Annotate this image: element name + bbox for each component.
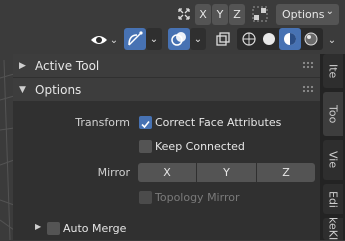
mirror-x-toggle[interactable]: X — [138, 163, 196, 182]
correct-face-attributes-label: Correct Face Attributes — [155, 116, 282, 129]
overlay-icon — [171, 32, 186, 46]
overlay-dropdown[interactable]: ⌄ — [190, 28, 206, 50]
shading-rendered-icon[interactable] — [301, 29, 321, 49]
tab-edit[interactable]: Edi — [323, 184, 343, 214]
drag-grip-icon[interactable] — [302, 61, 314, 69]
topology-mirror-checkbox[interactable] — [139, 191, 152, 204]
auto-merge-checkbox[interactable] — [47, 222, 60, 235]
chevron-right-icon: ▶ — [19, 60, 26, 71]
tab-edit-label: Edi — [326, 190, 340, 208]
mirror-label: Mirror — [97, 166, 130, 179]
tab-kekit[interactable]: keKI — [323, 217, 343, 241]
active-tool-header[interactable]: ▶ Active Tool — [13, 54, 320, 77]
chevron-right-icon[interactable]: ▶ — [35, 222, 41, 231]
chevron-down-icon[interactable]: ⌄ — [108, 32, 120, 48]
chevron-down-icon: ▼ — [19, 84, 26, 95]
correct-face-attributes-checkbox[interactable] — [139, 116, 152, 129]
auto-merge-label: Auto Merge — [63, 222, 127, 235]
options-dropdown[interactable]: Options ⌄ — [276, 4, 339, 25]
axis-x-toggle[interactable]: X — [195, 4, 211, 25]
axis-y-toggle[interactable]: Y — [212, 4, 228, 25]
mirror-z-toggle[interactable]: Z — [257, 163, 315, 182]
chevron-down-icon[interactable]: ⌄ — [325, 32, 339, 48]
options-panel-header[interactable]: ▼ Options — [13, 78, 320, 101]
tab-item[interactable]: Ite — [323, 54, 343, 88]
tab-item-label: Ite — [326, 63, 340, 79]
checkmark-icon — [141, 120, 150, 129]
symmetry-lock-icon[interactable] — [250, 4, 270, 24]
header-row-bottom: ⌄ ⌄ ⌄ ⌄ — [0, 28, 345, 54]
axis-z-toggle[interactable]: Z — [229, 4, 245, 25]
shading-solid-icon[interactable] — [259, 29, 279, 49]
chevron-down-icon: ⌄ — [325, 6, 334, 17]
tab-kekit-label: keKI — [326, 217, 340, 241]
sidebar-tabs: Ite Too Vie Edi keKI — [320, 54, 345, 241]
shading-group — [237, 28, 323, 50]
mirror-axes-icon[interactable] — [174, 5, 194, 23]
chevron-down-icon: ⌄ — [149, 33, 159, 45]
shading-material-icon[interactable] — [279, 28, 301, 50]
topology-mirror-label: Topology Mirror — [155, 191, 240, 204]
tab-tool-label: Too — [326, 104, 340, 124]
transform-label: Transform — [75, 116, 130, 129]
mirror-y-toggle[interactable]: Y — [197, 163, 256, 182]
options-panel-label: Options — [35, 82, 82, 97]
gizmo-icon — [128, 31, 143, 46]
keep-connected-label: Keep Connected — [155, 140, 245, 153]
drag-grip-icon[interactable] — [302, 85, 314, 93]
tab-view-label: Vie — [326, 151, 340, 169]
shading-wireframe-icon[interactable] — [239, 29, 259, 49]
view-eye-icon[interactable] — [89, 30, 109, 50]
active-tool-label: Active Tool — [35, 58, 100, 73]
tab-view[interactable]: Vie — [323, 140, 343, 180]
options-label: Options — [282, 8, 325, 21]
gizmo-toggle[interactable] — [124, 28, 146, 50]
sidebar-panel: ▶ Active Tool ▼ Options Transform Correc… — [13, 54, 320, 240]
chevron-down-icon: ⌄ — [193, 33, 203, 45]
tab-tool[interactable]: Too — [323, 92, 343, 136]
xray-icon[interactable] — [212, 29, 234, 49]
header-row-top: X Y Z Options ⌄ — [0, 0, 345, 28]
gizmo-dropdown[interactable]: ⌄ — [146, 28, 162, 50]
overlay-toggle[interactable] — [168, 28, 190, 50]
keep-connected-checkbox[interactable] — [139, 140, 152, 153]
